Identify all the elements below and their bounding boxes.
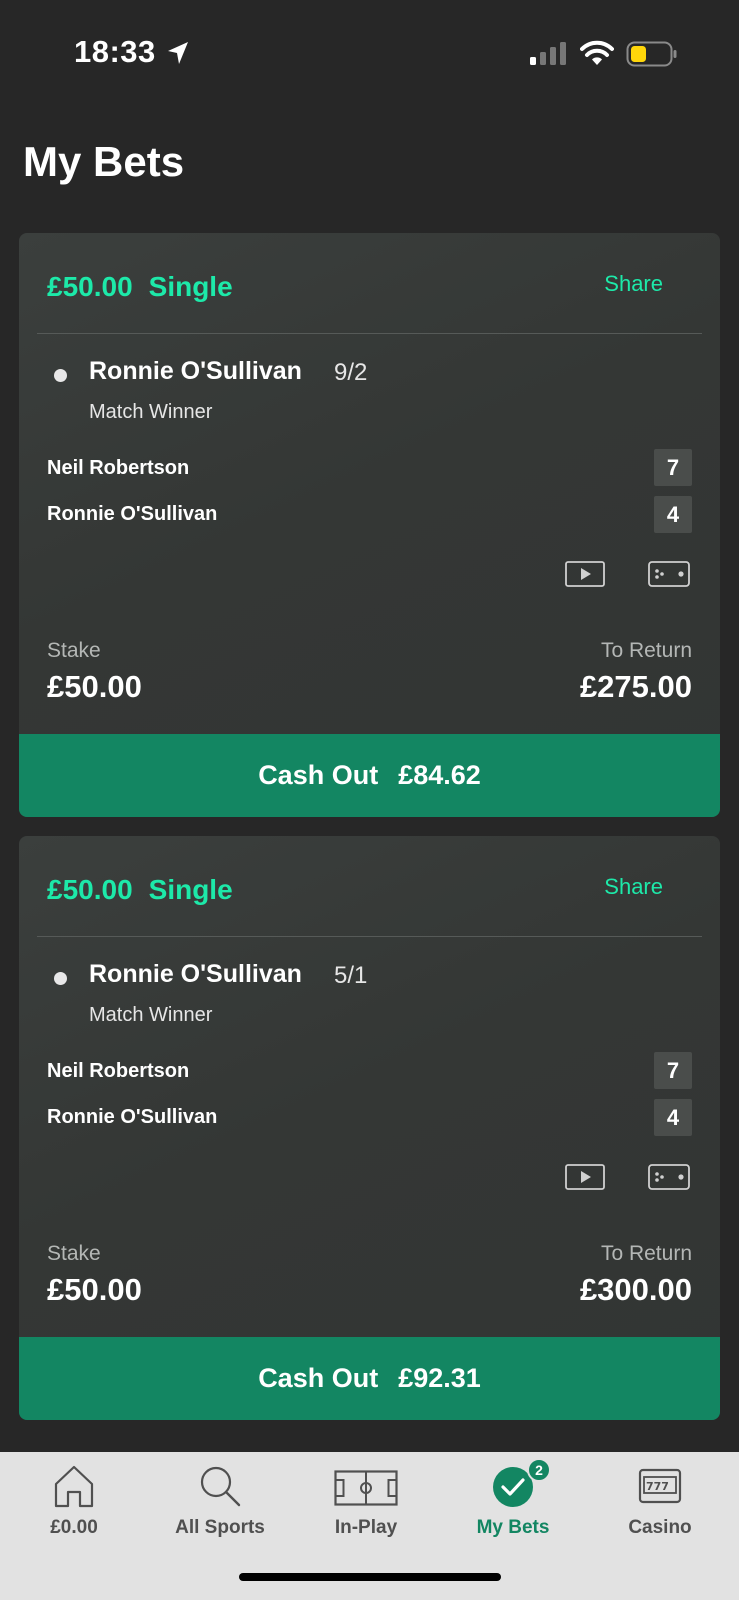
slot-machine-icon: 777 [638,1468,682,1504]
player-score: 4 [654,496,692,533]
return-label: To Return [600,639,692,662]
bet-type: Single [148,874,233,905]
selection-status-dot [54,972,67,985]
stake-value: £50.00 [47,1272,142,1307]
page-title: My Bets [23,138,185,185]
status-time: 18:33 [74,34,156,69]
match-tracker-icon[interactable] [648,561,690,587]
share-button[interactable]: Share [604,271,663,297]
tab-in-play[interactable]: In-Play [292,1452,440,1562]
cash-out-value: £92.31 [398,1363,481,1393]
stake-label: Stake [47,1242,101,1265]
cash-out-button[interactable]: Cash Out £92.31 [19,1337,720,1420]
player-name: Neil Robertson [47,457,190,479]
bet-card: £50.00 Single Share Ronnie O'Sullivan 9/2… [19,233,720,817]
player-name: Ronnie O'Sullivan [47,1106,218,1128]
stake-label: Stake [47,639,101,662]
home-indicator [239,1573,501,1581]
tab-casino[interactable]: 777 Casino [586,1452,734,1562]
selection-market: Match Winner [89,401,213,423]
tab-label: Casino [628,1517,692,1538]
cash-out-value: £84.62 [398,760,481,790]
bet-card-header: £50.00 Single Share [19,233,720,334]
bet-card: £50.00 Single Share Ronnie O'Sullivan 5/1… [19,836,720,1420]
live-stream-icon[interactable] [565,561,605,587]
bets-count-badge: 2 [527,1458,551,1482]
location-arrow-icon [168,42,188,64]
battery-icon [626,41,677,67]
divider [37,936,702,937]
selection-name: Ronnie O'Sullivan [89,357,302,385]
svg-text:777: 777 [646,1480,669,1493]
tab-label: All Sports [175,1517,265,1538]
player-score: 7 [654,449,692,486]
bet-card-header: £50.00 Single Share [19,836,720,937]
player-score: 4 [654,1099,692,1136]
bet-type: Single [148,271,233,302]
bet-summary: £50.00 Single [47,271,233,303]
divider [37,333,702,334]
share-button[interactable]: Share [604,874,663,900]
tab-all-sports[interactable]: All Sports [146,1452,294,1562]
bet-stake-header: £50.00 [47,874,133,905]
cash-out-label: Cash Out [258,760,379,790]
player-name: Neil Robertson [47,1060,190,1082]
tab-label: £0.00 [50,1517,98,1538]
bet-summary: £50.00 Single [47,874,233,906]
tab-label: My Bets [476,1517,550,1538]
wifi-icon [580,40,614,65]
selection-name: Ronnie O'Sullivan [89,960,302,988]
selection-market: Match Winner [89,1004,213,1026]
match-tracker-icon[interactable] [648,1164,690,1190]
status-bar: 18:33 [0,0,739,110]
return-label: To Return [600,1242,692,1265]
selection-odds: 5/1 [334,962,368,989]
home-icon [54,1465,94,1508]
tab-home[interactable]: £0.00 [0,1452,148,1562]
pitch-icon [334,1470,398,1506]
selection-odds: 9/2 [334,359,368,386]
live-stream-icon[interactable] [565,1164,605,1190]
cash-out-label: Cash Out [258,1363,379,1393]
return-value: £300.00 [579,1272,692,1307]
tab-my-bets[interactable]: 2 My Bets [439,1452,587,1562]
search-icon [200,1466,241,1507]
cellular-signal-icon [530,42,566,65]
player-name: Ronnie O'Sullivan [47,503,218,525]
return-value: £275.00 [579,669,692,704]
bet-stake-header: £50.00 [47,271,133,302]
stake-value: £50.00 [47,669,142,704]
selection-status-dot [54,369,67,382]
tab-label: In-Play [334,1517,398,1538]
cash-out-button[interactable]: Cash Out £84.62 [19,734,720,817]
player-score: 7 [654,1052,692,1089]
